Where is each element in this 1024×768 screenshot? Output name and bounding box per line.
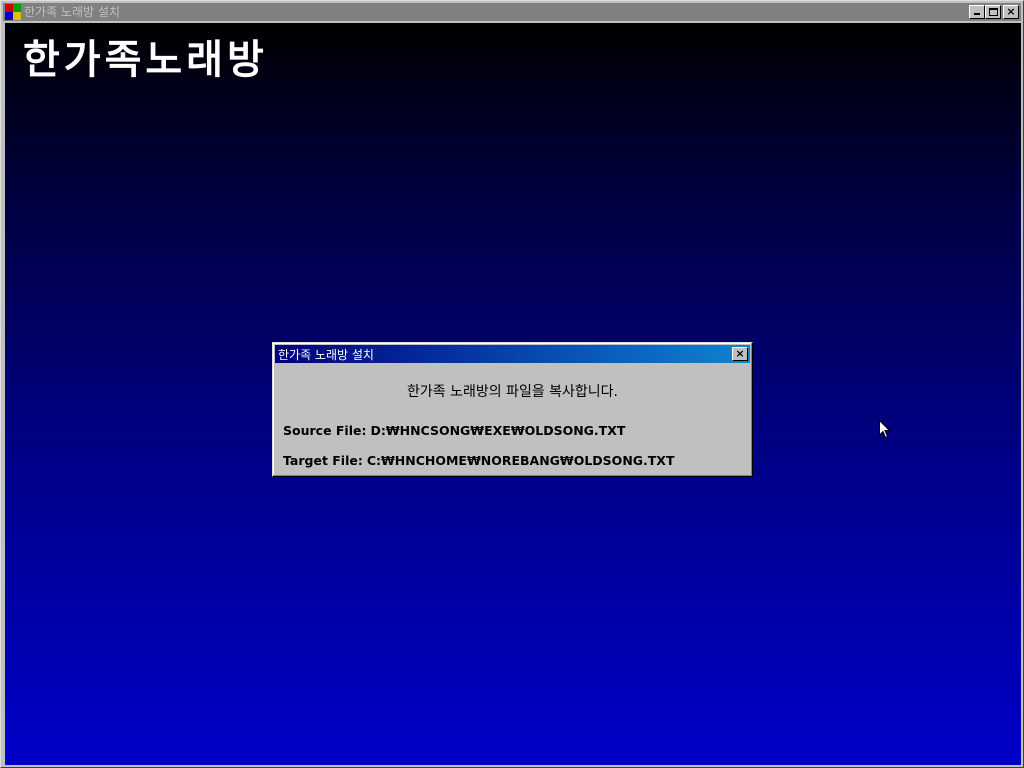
target-file-path: C:₩HNCHOME₩NOREBANG₩OLDSONG.TXT <box>366 453 675 468</box>
window-controls: × <box>969 5 1019 19</box>
dialog-titlebar[interactable]: 한가족 노래방 설치 × <box>275 345 750 363</box>
minimize-icon <box>974 13 980 15</box>
maximize-icon <box>989 8 998 16</box>
target-file-label: Target File: <box>283 453 363 468</box>
close-icon: × <box>1006 5 1016 18</box>
close-icon: × <box>735 347 745 360</box>
source-file-label: Source File: <box>283 423 367 438</box>
mouse-cursor-icon <box>879 420 891 439</box>
app-titlebar[interactable]: 한가족 노래방 설치 × <box>3 3 1021 21</box>
dialog-close-button[interactable]: × <box>732 347 748 361</box>
logo-text: 한가족노래방 <box>23 37 268 83</box>
app-window: 한가족 노래방 설치 × 한가족노래방 한가족 노래방 설치 × 한가족 노래방… <box>0 0 1024 768</box>
target-file-line: Target File: C:₩HNCHOME₩NOREBANG₩OLDSONG… <box>283 453 674 468</box>
maximize-button[interactable] <box>985 5 1001 19</box>
app-title: 한가족 노래방 설치 <box>24 5 120 19</box>
setup-app-icon[interactable] <box>5 4 21 20</box>
minimize-button[interactable] <box>969 5 985 19</box>
dialog-message: 한가족 노래방의 파일을 복사합니다. <box>407 384 618 400</box>
source-file-path: D:₩HNCSONG₩EXE₩OLDSONG.TXT <box>370 423 626 438</box>
copy-progress-dialog: 한가족 노래방 설치 × 한가족 노래방의 파일을 복사합니다. Source … <box>272 342 753 477</box>
close-button[interactable]: × <box>1003 5 1019 19</box>
dialog-title: 한가족 노래방 설치 <box>278 347 374 362</box>
source-file-line: Source File: D:₩HNCSONG₩EXE₩OLDSONG.TXT <box>283 423 625 438</box>
